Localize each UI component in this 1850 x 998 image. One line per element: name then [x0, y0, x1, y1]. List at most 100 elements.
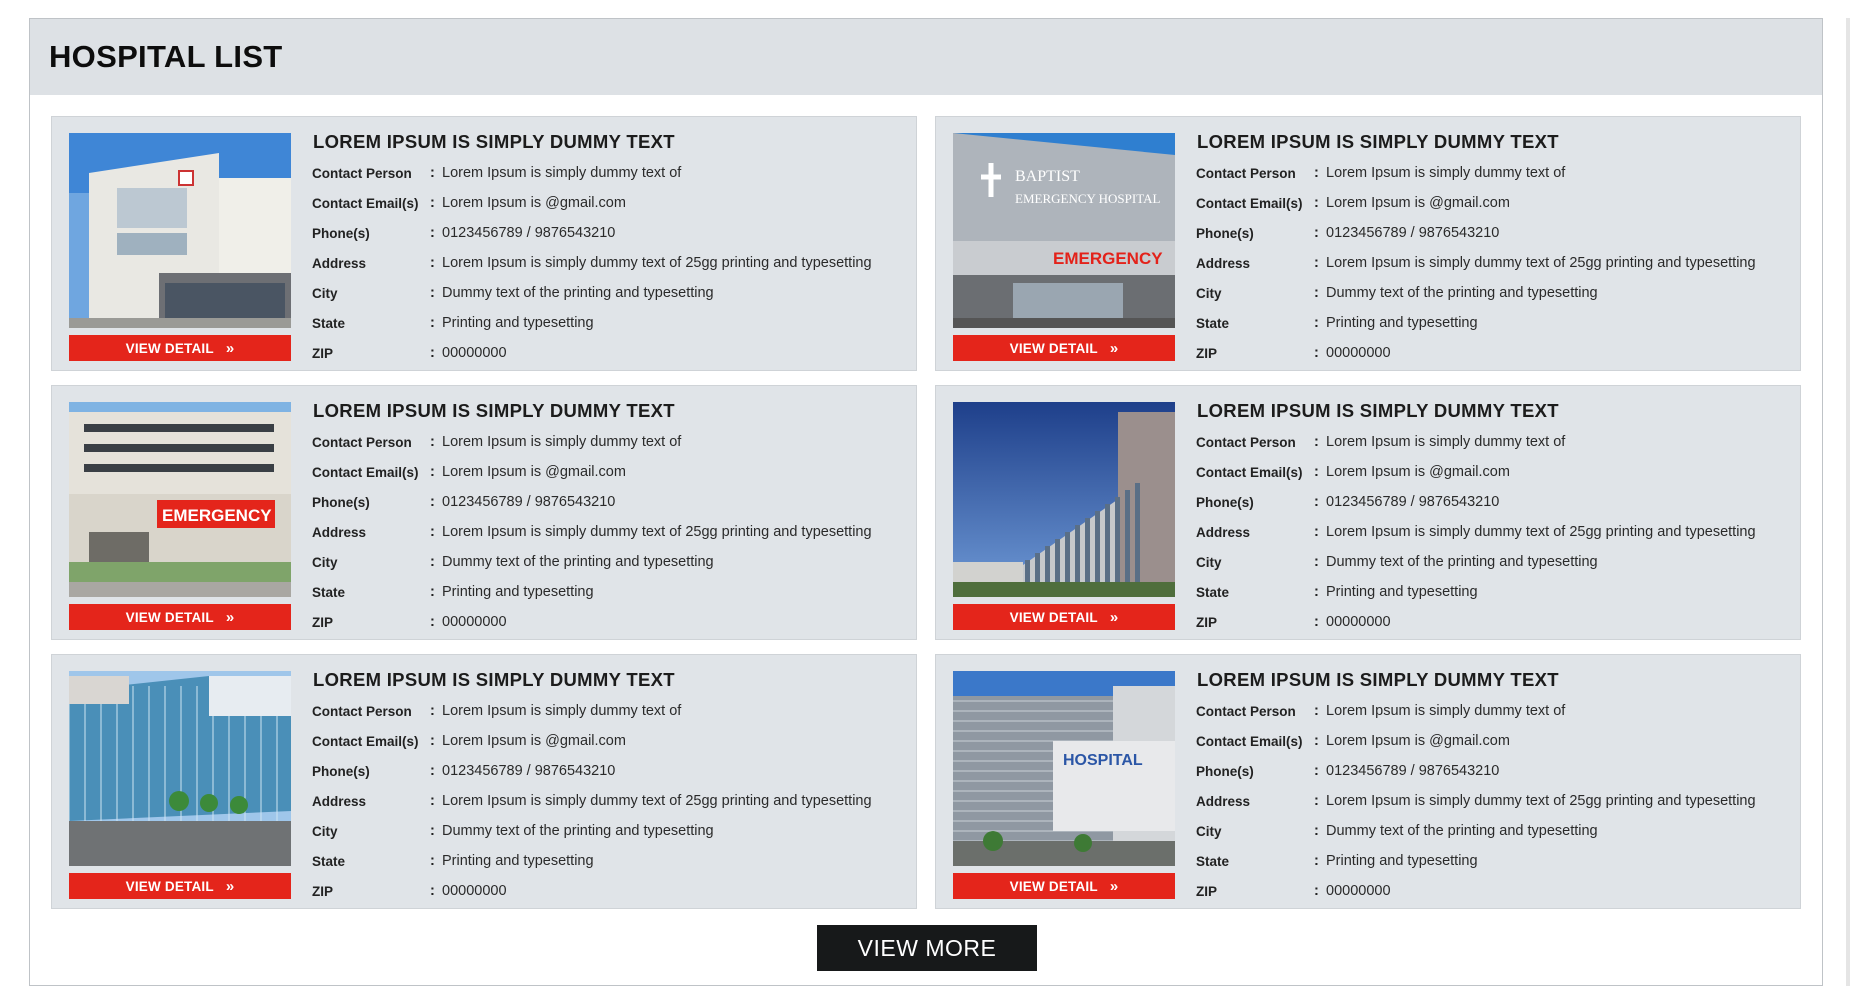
field-value: Lorem Ipsum is @gmail.com	[1326, 464, 1510, 480]
field-row: Address: Lorem Ipsum is simply dummy text…	[312, 517, 906, 547]
hospital-image[interactable]	[953, 402, 1175, 597]
field-label: State	[312, 584, 346, 600]
field-separator: :	[430, 853, 435, 869]
hospital-info: LOREM IPSUM IS SIMPLY DUMMY TEXT Contact…	[1196, 669, 1790, 906]
field-label: State	[312, 315, 346, 331]
field-label: Address	[1196, 255, 1251, 271]
field-label: Phone(s)	[312, 763, 370, 779]
field-separator: :	[430, 823, 435, 839]
field-label: Contact Person	[1196, 703, 1296, 719]
hospital-fields: Contact Person: Lorem Ipsum is simply dum…	[1196, 696, 1790, 906]
hospital-image[interactable]	[69, 133, 291, 328]
field-separator: :	[1314, 524, 1319, 540]
view-detail-button[interactable]: VIEW DETAIL »	[953, 604, 1175, 630]
field-label: City	[312, 554, 338, 570]
field-value: Lorem Ipsum is simply dummy text of	[442, 703, 682, 719]
field-row: State: Printing and typesetting	[1196, 308, 1790, 338]
field-value: Lorem Ipsum is @gmail.com	[1326, 195, 1510, 211]
view-detail-button[interactable]: VIEW DETAIL »	[69, 604, 291, 630]
view-detail-label: VIEW DETAIL	[125, 340, 214, 356]
view-detail-label: VIEW DETAIL	[125, 609, 214, 625]
field-row: Contact Email(s): Lorem Ipsum is @gmail.c…	[312, 188, 906, 218]
field-separator: :	[1314, 345, 1319, 361]
view-detail-button[interactable]: VIEW DETAIL »	[69, 335, 291, 361]
field-value: Lorem Ipsum is simply dummy text of 25gg…	[442, 793, 872, 809]
hospital-card: EMERGENCY VIEW DETAIL » LOREM IPSUM IS S…	[51, 385, 917, 640]
view-more-button[interactable]: VIEW MORE	[817, 925, 1037, 971]
svg-text:EMERGENCY HOSPITAL: EMERGENCY HOSPITAL	[1015, 191, 1161, 206]
hospital-image[interactable]	[69, 671, 291, 866]
scrollbar[interactable]	[1846, 18, 1850, 986]
field-label: City	[312, 823, 338, 839]
hospital-name: LOREM IPSUM IS SIMPLY DUMMY TEXT	[1197, 400, 1559, 421]
field-value: Dummy text of the printing and typesetti…	[442, 554, 714, 570]
field-value: 00000000	[1326, 883, 1391, 899]
hospital-image[interactable]: HOSPITAL	[953, 671, 1175, 866]
field-value: Lorem Ipsum is simply dummy text of	[442, 165, 682, 181]
field-row: Contact Email(s): Lorem Ipsum is @gmail.c…	[1196, 457, 1790, 487]
field-separator: :	[430, 584, 435, 600]
field-separator: :	[1314, 584, 1319, 600]
field-label: ZIP	[1196, 614, 1218, 630]
field-value: Printing and typesetting	[442, 315, 594, 331]
field-label: Phone(s)	[1196, 494, 1254, 510]
field-separator: :	[430, 883, 435, 899]
field-separator: :	[1314, 255, 1319, 271]
field-separator: :	[1314, 554, 1319, 570]
hospital-image[interactable]: EMERGENCY	[69, 402, 291, 597]
field-value: Lorem Ipsum is simply dummy text of	[1326, 165, 1566, 181]
hospital-card: VIEW DETAIL » LOREM IPSUM IS SIMPLY DUMM…	[935, 385, 1801, 640]
field-separator: :	[1314, 434, 1319, 450]
field-label: Contact Person	[312, 703, 412, 719]
field-value: 00000000	[1326, 614, 1391, 630]
field-separator: :	[430, 703, 435, 719]
field-value: Lorem Ipsum is simply dummy text of 25gg…	[442, 524, 872, 540]
view-detail-button[interactable]: VIEW DETAIL »	[953, 335, 1175, 361]
field-separator: :	[1314, 793, 1319, 809]
hospital-fields: Contact Person: Lorem Ipsum is simply dum…	[312, 158, 906, 368]
hospital-name: LOREM IPSUM IS SIMPLY DUMMY TEXT	[313, 131, 675, 152]
field-separator: :	[430, 285, 435, 301]
svg-text:EMERGENCY: EMERGENCY	[1053, 249, 1163, 268]
field-separator: :	[1314, 494, 1319, 510]
field-row: Contact Person: Lorem Ipsum is simply dum…	[1196, 696, 1790, 726]
field-row: Address: Lorem Ipsum is simply dummy text…	[312, 786, 906, 816]
field-row: Phone(s):0123456789 / 9876543210	[312, 218, 906, 248]
field-separator: :	[1314, 195, 1319, 211]
page-title: HOSPITAL LIST	[49, 39, 283, 74]
view-detail-button[interactable]: VIEW DETAIL »	[953, 873, 1175, 899]
field-row: Contact Email(s): Lorem Ipsum is @gmail.c…	[312, 726, 906, 756]
field-separator: :	[430, 554, 435, 570]
field-row: Contact Email(s): Lorem Ipsum is @gmail.c…	[1196, 726, 1790, 756]
hospital-card: HOSPITAL VIEW DETAIL » LOREM IPSUM IS SI…	[935, 654, 1801, 909]
field-label: Phone(s)	[1196, 225, 1254, 241]
field-value: Lorem Ipsum is @gmail.com	[442, 195, 626, 211]
field-separator: :	[430, 434, 435, 450]
field-row: Address: Lorem Ipsum is simply dummy text…	[1196, 248, 1790, 278]
field-label: Address	[1196, 524, 1251, 540]
field-row: Phone(s):0123456789 / 9876543210	[1196, 218, 1790, 248]
field-separator: :	[430, 494, 435, 510]
view-detail-button[interactable]: VIEW DETAIL »	[69, 873, 291, 899]
field-value: Dummy text of the printing and typesetti…	[1326, 285, 1598, 301]
field-value: 0123456789 / 9876543210	[442, 225, 616, 241]
hospital-fields: Contact Person: Lorem Ipsum is simply dum…	[1196, 158, 1790, 368]
field-value: Printing and typesetting	[442, 853, 594, 869]
field-row: City: Dummy text of the printing and type…	[312, 547, 906, 577]
panel-header: HOSPITAL LIST	[30, 19, 1822, 95]
field-label: ZIP	[312, 345, 334, 361]
field-row: City: Dummy text of the printing and type…	[1196, 278, 1790, 308]
field-separator: :	[430, 345, 435, 361]
double-chevron-right-icon: »	[225, 339, 235, 357]
double-chevron-right-icon: »	[225, 877, 235, 895]
field-row: Contact Email(s): Lorem Ipsum is @gmail.c…	[312, 457, 906, 487]
hospital-card: BAPTIST EMERGENCY HOSPITAL EMERGENCY VIE…	[935, 116, 1801, 371]
hospital-info: LOREM IPSUM IS SIMPLY DUMMY TEXT Contact…	[1196, 400, 1790, 637]
field-separator: :	[1314, 614, 1319, 630]
hospital-info: LOREM IPSUM IS SIMPLY DUMMY TEXT Contact…	[312, 400, 906, 637]
double-chevron-right-icon: »	[1109, 877, 1119, 895]
field-separator: :	[430, 165, 435, 181]
hospital-image[interactable]: BAPTIST EMERGENCY HOSPITAL EMERGENCY	[953, 133, 1175, 328]
field-separator: :	[1314, 703, 1319, 719]
field-row: State: Printing and typesetting	[312, 846, 906, 876]
